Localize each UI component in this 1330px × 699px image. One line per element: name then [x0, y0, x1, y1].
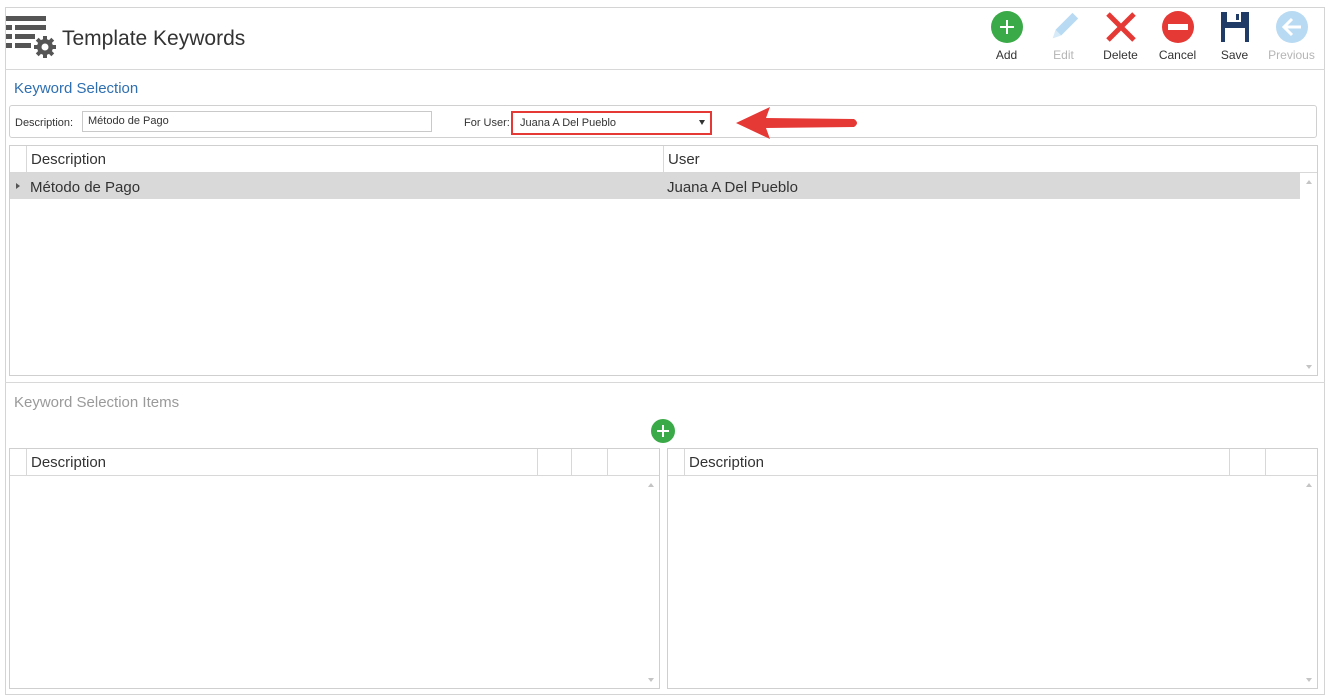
description-field[interactable]: Método de Pago	[82, 111, 432, 132]
scroll-down-icon[interactable]	[1306, 678, 1312, 682]
table-row[interactable]: Método de Pago Juana A Del Pueblo	[10, 173, 1300, 199]
column-header-blank	[1229, 449, 1266, 475]
edit-button[interactable]: Edit	[1035, 10, 1092, 66]
items-left-grid: Description	[9, 448, 660, 689]
cancel-button[interactable]: Cancel	[1149, 10, 1206, 66]
delete-label: Delete	[1103, 48, 1138, 62]
add-item-button[interactable]	[651, 419, 675, 443]
keyword-selection-items-title: Keyword Selection Items	[14, 394, 180, 411]
edit-label: Edit	[1053, 48, 1074, 62]
toolbar: Add Edit Delete Cancel Save Previous	[978, 10, 1320, 66]
add-label: Add	[995, 48, 1018, 62]
header-divider	[5, 69, 1325, 70]
scroll-up-icon[interactable]	[648, 483, 654, 487]
column-header-description[interactable]: Description	[684, 449, 1230, 475]
grid-header: Description	[668, 449, 1317, 476]
row-indicator-icon	[16, 183, 20, 189]
column-header-blank	[607, 449, 643, 475]
page-title: Template Keywords	[62, 27, 246, 50]
annotation-arrow-icon	[736, 107, 857, 139]
keyword-selection-title: Keyword Selection	[14, 80, 139, 97]
column-header-user[interactable]: User	[663, 146, 1301, 172]
for-user-label: For User:	[464, 117, 510, 129]
scroll-up-icon[interactable]	[1306, 180, 1312, 184]
add-button[interactable]: Add	[978, 10, 1035, 66]
items-right-grid: Description	[667, 448, 1318, 689]
save-label: Save	[1220, 48, 1249, 62]
column-header-blank	[571, 449, 608, 475]
previous-label: Previous	[1268, 48, 1315, 62]
save-button[interactable]: Save	[1206, 10, 1263, 66]
section-divider	[5, 382, 1325, 383]
grid-header: Description User	[10, 146, 1317, 173]
scroll-down-icon[interactable]	[1306, 365, 1312, 369]
previous-button[interactable]: Previous	[1263, 10, 1320, 66]
add-icon	[990, 10, 1024, 44]
for-user-dropdown[interactable]: Juana A Del Pueblo	[511, 111, 712, 135]
template-settings-icon	[6, 16, 58, 58]
scroll-down-icon[interactable]	[648, 678, 654, 682]
cancel-label: Cancel	[1158, 48, 1197, 62]
row-description: Método de Pago	[30, 179, 141, 196]
chevron-down-icon[interactable]	[699, 120, 705, 125]
floppy-disk-icon	[1218, 10, 1252, 44]
row-user: Juana A Del Pueblo	[667, 179, 798, 196]
scroll-up-icon[interactable]	[1306, 483, 1312, 487]
pencil-icon	[1047, 10, 1081, 44]
column-header-blank	[537, 449, 572, 475]
keyword-selection-grid: Description User Método de Pago Juana A …	[9, 145, 1318, 376]
no-entry-icon	[1161, 10, 1195, 44]
grid-header: Description	[10, 449, 659, 476]
arrow-left-icon	[1275, 10, 1309, 44]
column-header-description[interactable]: Description	[26, 449, 538, 475]
column-header-blank	[1265, 449, 1301, 475]
for-user-value: Juana A Del Pueblo	[520, 117, 617, 129]
column-header-description[interactable]: Description	[26, 146, 664, 172]
delete-button[interactable]: Delete	[1092, 10, 1149, 66]
add-icon	[651, 419, 675, 443]
description-label: Description:	[15, 117, 74, 129]
close-icon	[1104, 10, 1138, 44]
